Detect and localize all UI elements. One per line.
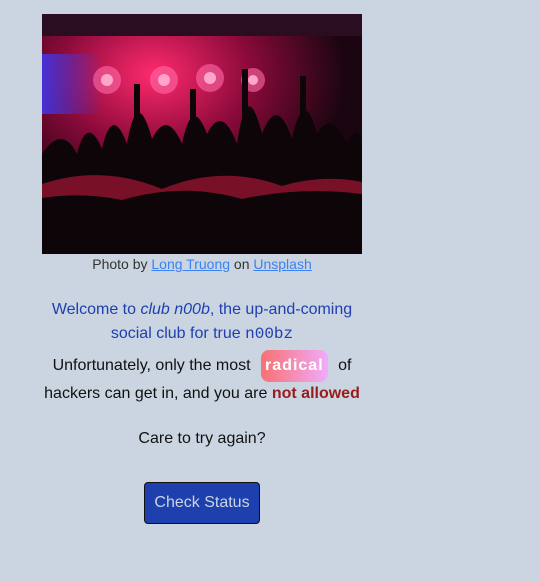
caption-prefix: Photo by: [92, 256, 152, 272]
n00bz-text: n00bz: [245, 325, 294, 343]
message-part1: Unfortunately, only the most: [52, 357, 251, 374]
check-status-button[interactable]: Check Status: [144, 482, 260, 524]
photo-caption: Photo by Long Truong on Unsplash: [42, 256, 362, 272]
club-name: club n00b: [140, 301, 210, 318]
author-link[interactable]: Long Truong: [151, 256, 230, 272]
caption-middle: on: [230, 256, 254, 272]
radical-badge: radical: [261, 350, 328, 382]
access-status: not allowed: [271, 385, 360, 402]
welcome-text: Welcome to club n00b, the up-and-coming …: [42, 298, 362, 346]
concert-photo: [42, 14, 362, 254]
welcome-part1: Welcome to: [51, 301, 141, 318]
status-message: Unfortunately, only the most radical of …: [42, 350, 362, 406]
main-column: Photo by Long Truong on Unsplash Welcome…: [42, 14, 362, 524]
retry-prompt: Care to try again?: [138, 430, 266, 447]
unsplash-link[interactable]: Unsplash: [253, 256, 311, 272]
